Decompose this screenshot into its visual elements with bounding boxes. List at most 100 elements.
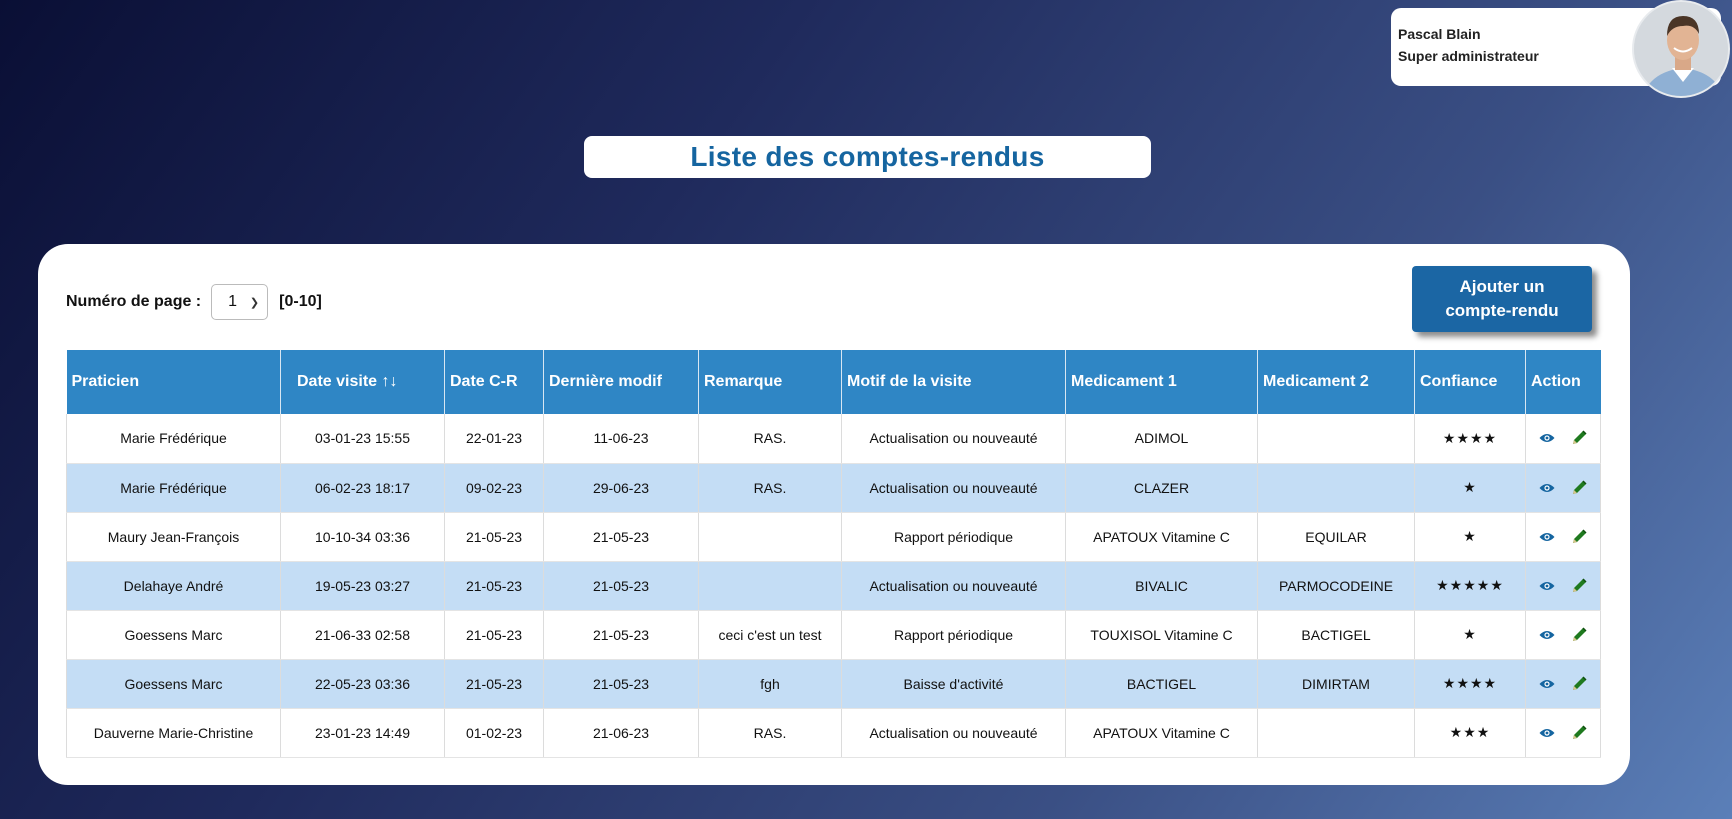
header-col-derniere-modif: Dernière modif (543, 350, 699, 414)
confiance-cell: ★ (1414, 463, 1526, 513)
table-row: Marie Frédérique 03-01-23 15:55 22-01-23 11… (66, 414, 1601, 464)
pencil-icon[interactable] (1569, 674, 1589, 694)
medicament-2-cell: DIMIRTAM (1257, 659, 1415, 709)
pencil-icon[interactable] (1569, 576, 1589, 596)
page-number-select[interactable]: 1 ❯ (211, 284, 269, 320)
chevron-down-icon: ❯ (249, 296, 260, 309)
medicament-1-cell: BACTIGEL (1065, 659, 1258, 709)
action-cell (1525, 659, 1601, 709)
medicament-2-cell (1257, 708, 1415, 758)
action-buttons (1530, 478, 1596, 498)
user-name: Pascal Blain (1398, 26, 1481, 42)
medicament-2-cell: EQUILAR (1257, 512, 1415, 562)
date-visite-cell: 06-02-23 18:17 (280, 463, 445, 513)
derniere-modif-cell: 21-05-23 (543, 512, 699, 562)
medicament-1-cell: ADIMOL (1065, 414, 1258, 464)
medicament-2-cell: BACTIGEL (1257, 610, 1415, 660)
eye-icon[interactable] (1537, 625, 1557, 645)
derniere-modif-cell: 21-06-23 (543, 708, 699, 758)
praticien-cell: Dauverne Marie-Christine (66, 708, 281, 758)
date-cr-cell: 21-05-23 (444, 561, 544, 611)
header-col-action: Action (1525, 350, 1601, 414)
date-cr-cell: 01-02-23 (444, 708, 544, 758)
user-role: Super administrateur (1398, 48, 1539, 64)
derniere-modif-cell: 29-06-23 (543, 463, 699, 513)
praticien-cell: Delahaye André (66, 561, 281, 611)
date-visite-cell: 03-01-23 15:55 (280, 414, 445, 464)
motif-cell: Rapport périodique (841, 512, 1066, 562)
confiance-cell: ★★★★★ (1414, 561, 1526, 611)
avatar[interactable] (1632, 0, 1730, 98)
motif-cell: Actualisation ou nouveauté (841, 463, 1066, 513)
action-cell (1525, 512, 1601, 562)
remarque-cell (698, 512, 842, 562)
praticien-cell: Goessens Marc (66, 610, 281, 660)
remarque-cell: RAS. (698, 708, 842, 758)
derniere-modif-cell: 21-05-23 (543, 561, 699, 611)
confiance-cell: ★ (1414, 512, 1526, 562)
pager: Numéro de page : 1 ❯ [0-10] (66, 284, 322, 320)
date-visite-cell: 19-05-23 03:27 (280, 561, 445, 611)
date-cr-cell: 09-02-23 (444, 463, 544, 513)
derniere-modif-cell: 21-05-23 (543, 610, 699, 660)
date-cr-cell: 22-01-23 (444, 414, 544, 464)
page-number-value: 1 (228, 293, 238, 310)
table-header-row: Praticien Date visite ↑↓ Date C-R Dernière … (66, 350, 1601, 414)
eye-icon[interactable] (1537, 527, 1557, 547)
eye-icon[interactable] (1537, 674, 1557, 694)
add-report-button[interactable]: Ajouter un compte-rendu (1412, 266, 1592, 332)
motif-cell: Rapport périodique (841, 610, 1066, 660)
header-col-date-cr: Date C-R (444, 350, 544, 414)
action-buttons (1530, 674, 1596, 694)
medicament-2-cell: PARMOCODEINE (1257, 561, 1415, 611)
medicament-1-cell: BIVALIC (1065, 561, 1258, 611)
action-buttons (1530, 625, 1596, 645)
eye-icon[interactable] (1537, 576, 1557, 596)
action-cell (1525, 463, 1601, 513)
page-title: Liste des comptes-rendus (690, 141, 1045, 172)
action-buttons (1530, 576, 1596, 596)
header-col-medicament-1: Medicament 1 (1065, 350, 1258, 414)
action-cell (1525, 414, 1601, 464)
eye-icon[interactable] (1537, 478, 1557, 498)
header-col-praticien: Praticien (66, 350, 281, 414)
table-row: Marie Frédérique 06-02-23 18:17 09-02-23 29… (66, 463, 1601, 513)
table-row: Goessens Marc 22-05-23 03:36 21-05-23 21-05… (66, 659, 1601, 709)
medicament-2-cell (1257, 463, 1415, 513)
medicament-1-cell: APATOUX Vitamine C (1065, 708, 1258, 758)
remarque-cell: RAS. (698, 414, 842, 464)
reports-table: Praticien Date visite ↑↓ Date C-R Dernière … (66, 350, 1601, 758)
action-buttons (1530, 527, 1596, 547)
date-cr-cell: 21-05-23 (444, 610, 544, 660)
medicament-1-cell: CLAZER (1065, 463, 1258, 513)
date-cr-cell: 21-05-23 (444, 659, 544, 709)
header-col-medicament-2: Medicament 2 (1257, 350, 1415, 414)
pencil-icon[interactable] (1569, 625, 1589, 645)
confiance-cell: ★★★★ (1414, 659, 1526, 709)
derniere-modif-cell: 11-06-23 (543, 414, 699, 464)
remarque-cell: ceci c'est un test (698, 610, 842, 660)
date-visite-cell: 10-10-34 03:36 (280, 512, 445, 562)
eye-icon[interactable] (1537, 428, 1557, 448)
action-cell (1525, 708, 1601, 758)
avatar-photo (1634, 2, 1728, 96)
pencil-icon[interactable] (1569, 723, 1589, 743)
pencil-icon[interactable] (1569, 428, 1589, 448)
title-box: Liste des comptes-rendus (584, 136, 1151, 178)
page-range: [0-10] (279, 293, 322, 310)
praticien-cell: Marie Frédérique (66, 463, 281, 513)
page-number-label: Numéro de page : (66, 293, 202, 310)
confiance-cell: ★★★ (1414, 708, 1526, 758)
action-buttons (1530, 428, 1596, 448)
action-buttons (1530, 723, 1596, 743)
medicament-1-cell: APATOUX Vitamine C (1065, 512, 1258, 562)
pencil-icon[interactable] (1569, 478, 1589, 498)
pencil-icon[interactable] (1569, 527, 1589, 547)
date-visite-cell: 23-01-23 14:49 (280, 708, 445, 758)
motif-cell: Actualisation ou nouveauté (841, 561, 1066, 611)
eye-icon[interactable] (1537, 723, 1557, 743)
header-col-date-visite[interactable]: Date visite ↑↓ (280, 350, 445, 414)
praticien-cell: Marie Frédérique (66, 414, 281, 464)
add-report-button-line2: compte-rendu (1445, 301, 1559, 320)
reports-panel: Numéro de page : 1 ❯ [0-10] Ajouter un c… (38, 244, 1630, 785)
